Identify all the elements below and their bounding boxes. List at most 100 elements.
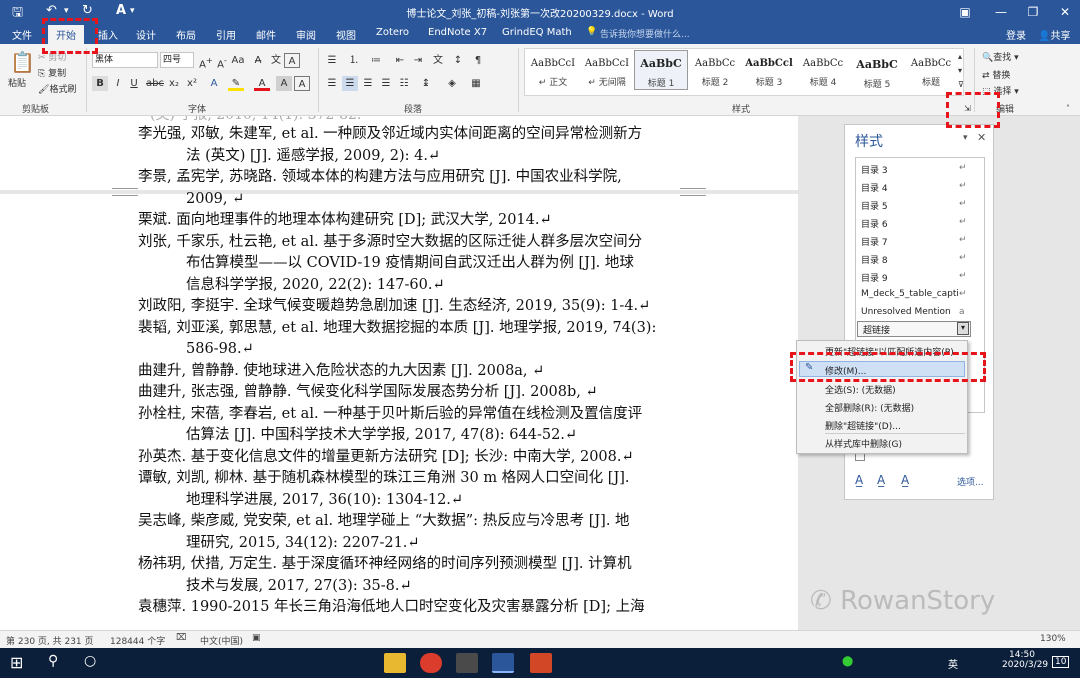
font-size-select[interactable]: 四号	[160, 52, 194, 68]
word-count[interactable]: 128444 个字	[110, 634, 165, 647]
chinese-layout-icon[interactable]: 文	[430, 53, 446, 68]
style-list-item[interactable]: 目录 5	[861, 199, 888, 212]
tab-insert[interactable]: 插入	[98, 27, 118, 42]
shrink-font-icon[interactable]: A-	[214, 53, 230, 70]
format-painter-button[interactable]: 🖌格式刷	[38, 82, 76, 95]
chrome-icon[interactable]	[420, 653, 442, 673]
tab-grindeq[interactable]: GrindEQ Math	[502, 27, 572, 38]
page-count[interactable]: 第 230 页, 共 231 页	[6, 634, 94, 647]
delete-style-menu-item[interactable]: 删除"超链接"(D)...	[825, 419, 901, 432]
clear-format-icon[interactable]: A̶	[250, 53, 266, 68]
bullets-icon[interactable]: ☰	[324, 53, 340, 68]
numbering-icon[interactable]: ⒈	[346, 53, 362, 68]
bold-icon[interactable]: B	[92, 76, 108, 91]
style-no-spacing[interactable]: AaBbCcI ↵ 无间隔	[580, 52, 634, 92]
gallery-scroll-down-icon[interactable]: ▾	[958, 66, 962, 75]
new-style-icon[interactable]: A̲	[855, 473, 863, 487]
style-list-item[interactable]: M_deck_5_table_capti	[861, 289, 959, 299]
subscript-icon[interactable]: x₂	[166, 76, 182, 91]
show-marks-icon[interactable]: ¶	[470, 53, 486, 68]
style-list-item[interactable]: 目录 8	[861, 253, 888, 266]
style-inspector-icon[interactable]: A̲	[877, 473, 885, 487]
collapse-ribbon-icon[interactable]: ˄	[1066, 104, 1070, 113]
char-border-icon[interactable]: A	[294, 76, 310, 91]
close-button[interactable]: ✕	[1050, 2, 1080, 22]
tray-icon[interactable]: ⬤	[842, 656, 853, 667]
tell-me-input[interactable]: 告诉我你想要做什么...	[600, 27, 690, 40]
line-spacing-icon[interactable]: ↨	[418, 76, 434, 91]
style-title[interactable]: AaBbCc 标题	[904, 52, 958, 92]
select-all-menu-item[interactable]: 全选(S): (无数据)	[825, 383, 896, 396]
copy-button[interactable]: ⎘ 复制	[38, 66, 66, 79]
align-center-icon[interactable]: ☰	[342, 76, 358, 91]
multilevel-list-icon[interactable]: ≔	[368, 53, 384, 68]
char-shading-icon[interactable]: A	[276, 76, 292, 91]
windows-start-icon[interactable]: ⊞	[10, 653, 23, 672]
gallery-more-icon[interactable]: ⊽	[958, 80, 964, 89]
ime-indicator[interactable]: 英	[948, 656, 958, 671]
text-effects-icon[interactable]: A	[206, 76, 222, 91]
pane-close-icon[interactable]: ✕	[977, 131, 986, 144]
share-button[interactable]: 👤共享	[1038, 27, 1070, 42]
distributed-icon[interactable]: ☷	[396, 76, 412, 91]
tab-zotero[interactable]: Zotero	[376, 27, 409, 38]
font-color-icon[interactable]: A	[254, 76, 270, 91]
style-heading-4[interactable]: AaBbCc 标题 4	[796, 52, 850, 92]
gallery-scroll-up-icon[interactable]: ▴	[958, 52, 962, 61]
paste-icon[interactable]: 📋	[10, 50, 35, 74]
restore-button[interactable]: ❐	[1018, 2, 1048, 22]
document-page[interactable]: (英) 学报, 2010, 14(1): 372-82. 李光强, 邓敏, 朱建…	[0, 116, 798, 630]
style-heading-2[interactable]: AaBbCc 标题 2	[688, 52, 742, 92]
notification-badge[interactable]: 10	[1052, 656, 1070, 668]
paste-button[interactable]: 粘贴	[8, 76, 26, 89]
tab-review[interactable]: 审阅	[296, 27, 316, 42]
endnote-icon[interactable]	[456, 653, 478, 673]
style-list-item[interactable]: Unresolved Mention	[861, 307, 951, 317]
align-right-icon[interactable]: ☰	[360, 76, 376, 91]
style-dropdown-icon[interactable]: ▾	[957, 322, 969, 335]
minimize-button[interactable]: —	[986, 2, 1016, 22]
superscript-icon[interactable]: x²	[184, 76, 200, 91]
proofing-icon[interactable]: ⌧	[176, 633, 186, 643]
decrease-indent-icon[interactable]: ⇤	[392, 53, 408, 68]
increase-indent-icon[interactable]: ⇥	[410, 53, 426, 68]
pane-options-icon[interactable]: ▾	[963, 133, 968, 143]
underline-icon[interactable]: U	[126, 76, 142, 91]
style-list-item[interactable]: 目录 9	[861, 271, 888, 284]
align-left-icon[interactable]: ☰	[324, 76, 340, 91]
sort-icon[interactable]: ↕	[450, 53, 466, 68]
macro-icon[interactable]: ▣	[252, 633, 261, 643]
tab-references[interactable]: 引用	[216, 27, 236, 42]
style-list-item[interactable]: 目录 4	[861, 181, 888, 194]
tab-endnote[interactable]: EndNote X7	[428, 27, 487, 38]
style-list-item[interactable]: 目录 7	[861, 235, 888, 248]
justify-icon[interactable]: ☰	[378, 76, 394, 91]
phonetic-guide-icon[interactable]: 文	[268, 53, 284, 68]
language-indicator[interactable]: 中文(中国)	[200, 634, 243, 647]
remove-from-gallery-menu-item[interactable]: 从样式库中删除(G)	[825, 437, 902, 450]
ribbon-display-options-icon[interactable]: ▣	[950, 2, 980, 22]
manage-styles-icon[interactable]: A̲	[901, 473, 909, 487]
italic-icon[interactable]: I	[110, 76, 126, 91]
tab-layout[interactable]: 布局	[176, 27, 196, 42]
tab-design[interactable]: 设计	[136, 27, 156, 42]
shading-icon[interactable]: ◈	[444, 76, 460, 91]
clock[interactable]: 14:50 2020/3/29	[1002, 650, 1048, 670]
style-heading-1[interactable]: AaBbC 标题 1	[634, 50, 688, 90]
style-normal[interactable]: AaBbCcI ↵ 正文	[526, 52, 580, 92]
word-icon[interactable]	[492, 653, 514, 673]
zoom-level[interactable]: 130%	[1040, 634, 1066, 644]
tab-mailings[interactable]: 邮件	[256, 27, 276, 42]
options-link[interactable]: 选项...	[957, 475, 984, 488]
style-list-item[interactable]: 目录 6	[861, 217, 888, 230]
sign-in-link[interactable]: 登录	[1006, 27, 1026, 42]
style-list-item[interactable]: 目录 3	[861, 163, 888, 176]
task-view-icon[interactable]: ○	[84, 653, 96, 669]
find-button[interactable]: 🔍查找 ▾	[982, 50, 1019, 63]
highlight-icon[interactable]: ✎	[228, 76, 244, 91]
style-heading-3[interactable]: AaBbCcl 标题 3	[742, 52, 796, 92]
tab-file[interactable]: 文件	[12, 27, 32, 42]
enclosed-char-icon[interactable]: A	[284, 53, 300, 68]
file-explorer-icon[interactable]	[384, 653, 406, 673]
font-family-select[interactable]: 黑体	[92, 52, 158, 68]
